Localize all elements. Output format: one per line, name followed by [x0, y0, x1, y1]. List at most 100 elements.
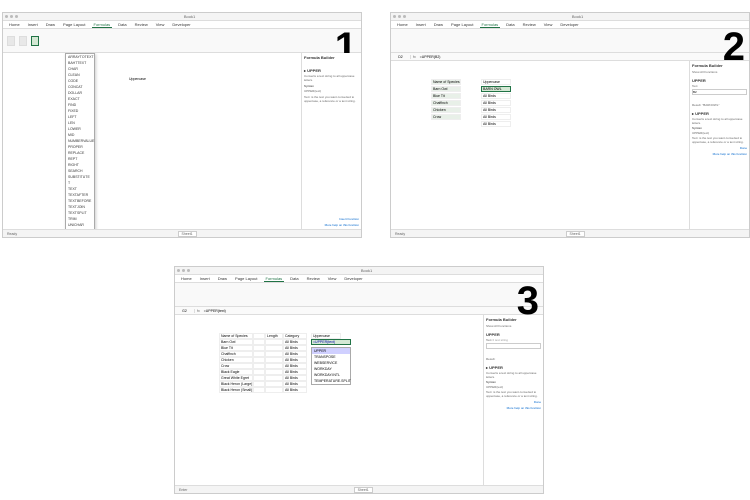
tab-data[interactable]: Data	[288, 276, 300, 281]
cell-b6[interactable]: Crow	[431, 114, 461, 120]
fb-show-all[interactable]: Show All Functions	[486, 324, 541, 328]
fb-func-name: UPPER	[307, 68, 321, 73]
formula-builder-panel: Formula Builder ▸ UPPER Converts a text …	[301, 53, 361, 229]
cell-d2[interactable]: BARN OWL	[481, 86, 511, 92]
mode-indicator: Ready	[7, 232, 17, 236]
tab-review[interactable]: Review	[305, 276, 322, 281]
tab-view[interactable]: View	[154, 22, 167, 27]
formula-input[interactable]: =UPPER(B2)	[418, 55, 749, 59]
ac-temperature-split[interactable]: TEMPERATURE.SPLIT	[312, 378, 350, 384]
formula-builder-panel: Formula Builder Show All Functions UPPER…	[689, 61, 749, 229]
tab-home[interactable]: Home	[179, 276, 194, 281]
fb-syntax: UPPER(text)	[304, 89, 359, 93]
tab-review[interactable]: Review	[133, 22, 150, 27]
name-box[interactable]: D2	[391, 55, 411, 59]
fb-insert-button[interactable]: Insert Function	[304, 217, 359, 221]
cell-b1[interactable]: Name of Species	[431, 79, 461, 85]
tab-data[interactable]: Data	[116, 22, 128, 27]
autosum-button[interactable]	[19, 36, 27, 46]
formula-bar: G2 fx =UPPER(text)	[175, 307, 543, 315]
sheet-tab[interactable]: Sheet1	[566, 231, 585, 237]
mode-indicator: Ready	[395, 232, 405, 236]
titlebar: Book1	[3, 13, 361, 21]
tab-page-layout[interactable]: Page Layout	[61, 22, 87, 27]
ribbon-tabs: Home Insert Draw Page Layout Formulas Da…	[175, 275, 543, 283]
fb-more-help[interactable]: More help on this function	[304, 223, 359, 227]
fb-text-label: Text	[692, 84, 747, 88]
tab-view[interactable]: View	[326, 276, 339, 281]
tab-formulas[interactable]: Formulas	[264, 276, 285, 282]
spreadsheet-grid[interactable]: Name of Species Barn Owl Blue Tit Chaffi…	[391, 61, 689, 229]
fb-arg-desc: Text: is the text you want converted to …	[304, 95, 359, 103]
fb-title: Formula Builder	[304, 55, 359, 60]
excel-window-1: 1 Book1 Home Insert Draw Page Layout For…	[2, 12, 362, 238]
statusbar: Ready Sheet1	[391, 229, 749, 237]
tab-developer[interactable]: Developer	[558, 22, 580, 27]
tab-view[interactable]: View	[542, 22, 555, 27]
excel-window-3: 3 Book1 Home Insert Draw Page Layout For…	[174, 266, 544, 494]
window-title: Book1	[192, 268, 541, 273]
statusbar: Ready Sheet1	[3, 229, 361, 237]
tab-insert[interactable]: Insert	[26, 22, 40, 27]
tab-home[interactable]: Home	[7, 22, 22, 27]
cell-b3[interactable]: Blue Tit	[431, 93, 461, 99]
window-title: Book1	[408, 14, 747, 19]
tab-page-layout[interactable]: Page Layout	[233, 276, 259, 281]
tab-review[interactable]: Review	[521, 22, 538, 27]
sheet-tab[interactable]: Sheet1	[354, 487, 373, 493]
cell-b5[interactable]: Chicken	[431, 107, 461, 113]
titlebar: Book1	[391, 13, 749, 21]
fb-done-button[interactable]: Done	[692, 146, 747, 150]
tab-draw[interactable]: Draw	[44, 22, 57, 27]
tab-data[interactable]: Data	[504, 22, 516, 27]
fb-text-input[interactable]	[692, 89, 747, 95]
tab-developer[interactable]: Developer	[342, 276, 364, 281]
tab-formulas[interactable]: Formulas	[480, 22, 501, 28]
fb-show-all[interactable]: Show All Functions	[692, 70, 747, 74]
cell-g2[interactable]: =UPPER(text)	[311, 339, 351, 345]
formula-bar: D2 fx =UPPER(B2)	[391, 53, 749, 61]
cell-b4[interactable]: Chaffinch	[431, 100, 461, 106]
cell-d7[interactable]: Uppercase	[129, 77, 146, 81]
tab-developer[interactable]: Developer	[170, 22, 192, 27]
name-box[interactable]: G2	[175, 309, 195, 313]
formula-builder-panel: Formula Builder Show All Functions UPPER…	[483, 315, 543, 485]
tab-home[interactable]: Home	[395, 22, 410, 27]
dd-unicode[interactable]: UNICODE	[66, 228, 94, 229]
ribbon	[391, 29, 749, 53]
tab-formulas[interactable]: Formulas	[92, 22, 113, 28]
cell-d1[interactable]: Uppercase	[481, 79, 511, 85]
fx-icon[interactable]: fx	[195, 309, 202, 313]
titlebar: Book1	[175, 267, 543, 275]
statusbar: Enter Sheet1	[175, 485, 543, 493]
fb-done-button[interactable]: Done	[486, 400, 541, 404]
fx-icon[interactable]: fx	[411, 55, 418, 59]
tab-draw[interactable]: Draw	[216, 276, 229, 281]
cell-d5[interactable]: All Birds	[481, 107, 511, 113]
tab-insert[interactable]: Insert	[414, 22, 428, 27]
fb-more-help[interactable]: More help on this function	[692, 152, 747, 156]
spreadsheet-grid[interactable]: ARRAYTOTEXT BAHTTEXT CHAR CLEAN CODE CON…	[3, 53, 301, 229]
sheet-tab[interactable]: Sheet1	[178, 231, 197, 237]
tab-page-layout[interactable]: Page Layout	[449, 22, 475, 27]
cell-d3[interactable]: All Birds	[481, 93, 511, 99]
cell-b2[interactable]: Barn Owl	[431, 86, 461, 92]
window-title: Book1	[20, 14, 359, 19]
fb-func-name: UPPER	[486, 332, 541, 337]
fb-title: Formula Builder	[486, 317, 541, 322]
insert-function-button[interactable]	[7, 36, 15, 46]
fb-text-input[interactable]	[486, 343, 541, 349]
tab-insert[interactable]: Insert	[198, 276, 212, 281]
ribbon-tabs: Home Insert Draw Page Layout Formulas Da…	[391, 21, 749, 29]
cell-d6[interactable]: All Birds	[481, 114, 511, 120]
formula-input[interactable]: =UPPER(text)	[202, 309, 543, 313]
excel-window-2: 2 Book1 Home Insert Draw Page Layout For…	[390, 12, 750, 238]
cell-d7[interactable]: All Birds	[481, 121, 511, 127]
fb-more-help[interactable]: More help on this function	[486, 406, 541, 410]
text-functions-button[interactable]	[31, 36, 39, 46]
spreadsheet-grid[interactable]: Name of Species Length Category Barn Owl…	[175, 315, 483, 485]
tab-draw[interactable]: Draw	[432, 22, 445, 27]
ribbon	[175, 283, 543, 307]
fb-func-name: UPPER	[692, 78, 747, 83]
cell-d4[interactable]: All Birds	[481, 100, 511, 106]
